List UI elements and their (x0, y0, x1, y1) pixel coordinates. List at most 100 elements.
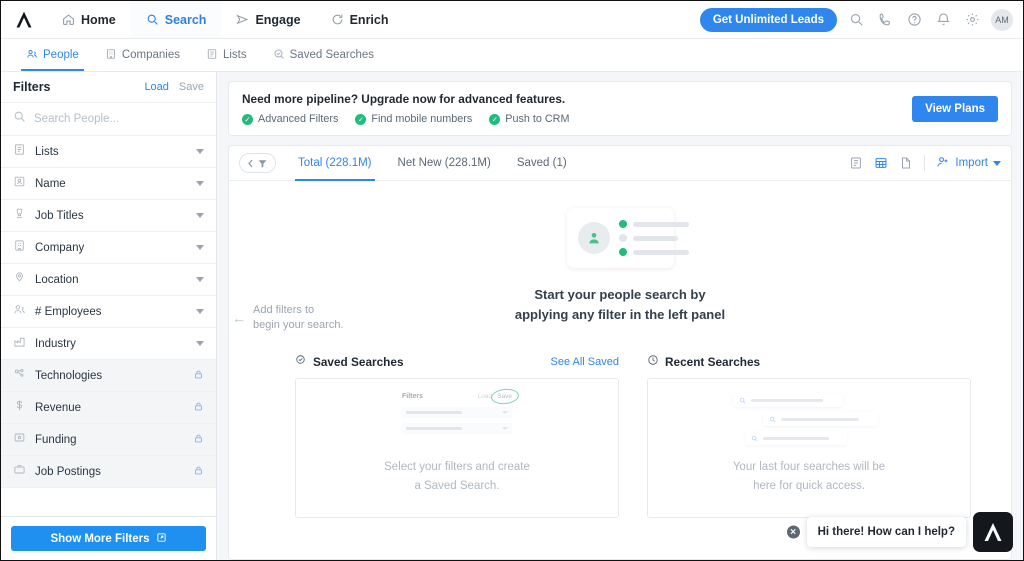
search-icon (769, 416, 776, 422)
nav-item-enrich[interactable]: Enrich (316, 1, 404, 38)
saved-search-icon (273, 48, 285, 63)
clock-icon (647, 353, 659, 371)
filter-row-job-postings[interactable]: Job Postings (1, 456, 216, 488)
nav-item-search[interactable]: Search (130, 1, 222, 38)
job-postings-icon (13, 463, 26, 481)
results-panel: Total (228.1M) Net New (228.1M) Saved (1… (228, 145, 1012, 560)
tab-net-new[interactable]: Net New (228.1M) (385, 146, 504, 181)
filter-label: Industry (35, 337, 76, 350)
close-icon[interactable]: ✕ (786, 525, 800, 539)
recent-searches-illustration (733, 393, 885, 445)
avatar[interactable]: AM (991, 8, 1013, 31)
apollo-logo[interactable] (1, 1, 47, 38)
tab-total[interactable]: Total (228.1M) (285, 146, 385, 181)
page-title: Filters (13, 80, 51, 94)
sub-navigation-tabs: People Companies Lists Saved Searches (1, 39, 1023, 72)
recent-searches-card: Recent Searches Your last four searches … (647, 353, 971, 518)
help-icon[interactable] (904, 10, 924, 30)
saved-searches-card: Saved Searches See All Saved Filters Loa… (295, 353, 619, 518)
toolbar-divider (924, 155, 926, 171)
bell-icon[interactable] (933, 10, 953, 30)
lock-icon (193, 399, 204, 417)
saved-searches-illustration: Filters Load Save (402, 387, 520, 439)
banner-feature: ✓ Push to CRM (489, 113, 569, 125)
banner-feature: ✓ Find mobile numbers (355, 113, 472, 125)
bottom-cards: Saved Searches See All Saved Filters Loa… (295, 353, 971, 518)
list-view-icon[interactable] (849, 156, 863, 170)
filter-label: Location (35, 273, 79, 286)
search-icon[interactable] (846, 10, 866, 30)
load-filters-link[interactable]: Load (144, 81, 168, 93)
filter-row-revenue[interactable]: Revenue (1, 392, 216, 424)
check-icon: ✓ (489, 113, 501, 125)
empty-state-title: Start your people search by applying any… (515, 285, 725, 325)
filter-list: Lists Name Job Titles Company Location #… (1, 136, 216, 516)
results-toolbar: Total (228.1M) Net New (228.1M) Saved (1… (229, 146, 1011, 181)
search-icon (13, 110, 26, 128)
import-label: Import (955, 157, 988, 169)
search-people-row (1, 103, 216, 136)
top-navigation-actions: Get Unlimited Leads AM (699, 1, 1023, 38)
see-all-saved-link[interactable]: See All Saved (551, 356, 620, 368)
search-icon (739, 397, 746, 403)
tab-companies[interactable]: Companies (92, 39, 193, 71)
placeholder-bar (632, 249, 689, 255)
card-title: Saved Searches (313, 355, 404, 369)
highlight-circle (490, 387, 520, 406)
filter-row-location[interactable]: Location (1, 264, 216, 296)
status-dot (618, 220, 627, 228)
empty-title-line-1: Start your people search by (534, 287, 706, 302)
people-icon (26, 48, 38, 63)
filter-row-industry[interactable]: Industry (1, 328, 216, 360)
filters-sidebar: Filters Load Save Lists (1, 72, 217, 560)
filter-row-funding[interactable]: Funding (1, 424, 216, 456)
tab-saved[interactable]: Saved (1) (504, 146, 580, 181)
chevron-left-icon (248, 159, 253, 167)
external-link-icon (156, 532, 167, 546)
save-filters-link[interactable]: Save (179, 81, 204, 93)
table-view-icon[interactable] (874, 156, 888, 170)
filter-row-company[interactable]: Company (1, 232, 216, 264)
recent-searches-caption: Your last four searches will be here for… (733, 458, 885, 495)
filter-row-lists[interactable]: Lists (1, 136, 216, 168)
export-view-icon[interactable] (899, 156, 913, 170)
import-button[interactable]: Import (936, 155, 1001, 172)
chevron-down-icon (502, 427, 508, 430)
placeholder-bar (632, 235, 678, 241)
chevron-down-icon (502, 411, 508, 414)
caption-line-2: a Saved Search. (414, 479, 500, 492)
chevron-down-icon (196, 341, 204, 346)
search-icon (751, 435, 758, 441)
tab-saved-searches[interactable]: Saved Searches (260, 39, 387, 71)
location-icon (13, 271, 26, 289)
get-unlimited-leads-button[interactable]: Get Unlimited Leads (699, 7, 837, 32)
banner-feature-label: Advanced Filters (258, 113, 339, 125)
filter-row-name[interactable]: Name (1, 168, 216, 200)
gear-icon[interactable] (962, 10, 982, 30)
filter-row-job-titles[interactable]: Job Titles (1, 200, 216, 232)
banner-feature-label: Find mobile numbers (371, 113, 473, 125)
show-more-filters-button[interactable]: Show More Filters (11, 526, 206, 551)
banner-feature-label: Push to CRM (505, 113, 570, 125)
upgrade-banner: Need more pipeline? Upgrade now for adva… (228, 81, 1012, 136)
chat-launcher-button[interactable] (973, 512, 1013, 552)
refresh-icon (331, 13, 344, 26)
search-input[interactable] (34, 113, 204, 125)
tab-people[interactable]: People (13, 39, 92, 71)
avatar-placeholder-icon (577, 222, 610, 254)
empty-title-line-2: applying any filter in the left panel (514, 307, 726, 323)
nav-item-home[interactable]: Home (47, 1, 131, 38)
phone-icon[interactable] (875, 10, 895, 30)
tab-lists[interactable]: Lists (193, 39, 260, 71)
search-icon (146, 13, 159, 26)
nav-item-engage[interactable]: Engage (221, 1, 315, 38)
chevron-down-icon (196, 277, 204, 282)
chat-message-bubble[interactable]: ✕ Hi there! How can I help? (786, 517, 966, 547)
filter-row-technologies[interactable]: Technologies (1, 360, 216, 392)
view-plans-button[interactable]: View Plans (912, 95, 998, 122)
nav-label: Engage (255, 12, 301, 27)
filter-row-employees[interactable]: # Employees (1, 296, 216, 328)
chevron-down-icon (196, 245, 204, 250)
sidebar-spacer (1, 488, 216, 516)
collapse-filters-button[interactable] (239, 153, 276, 173)
